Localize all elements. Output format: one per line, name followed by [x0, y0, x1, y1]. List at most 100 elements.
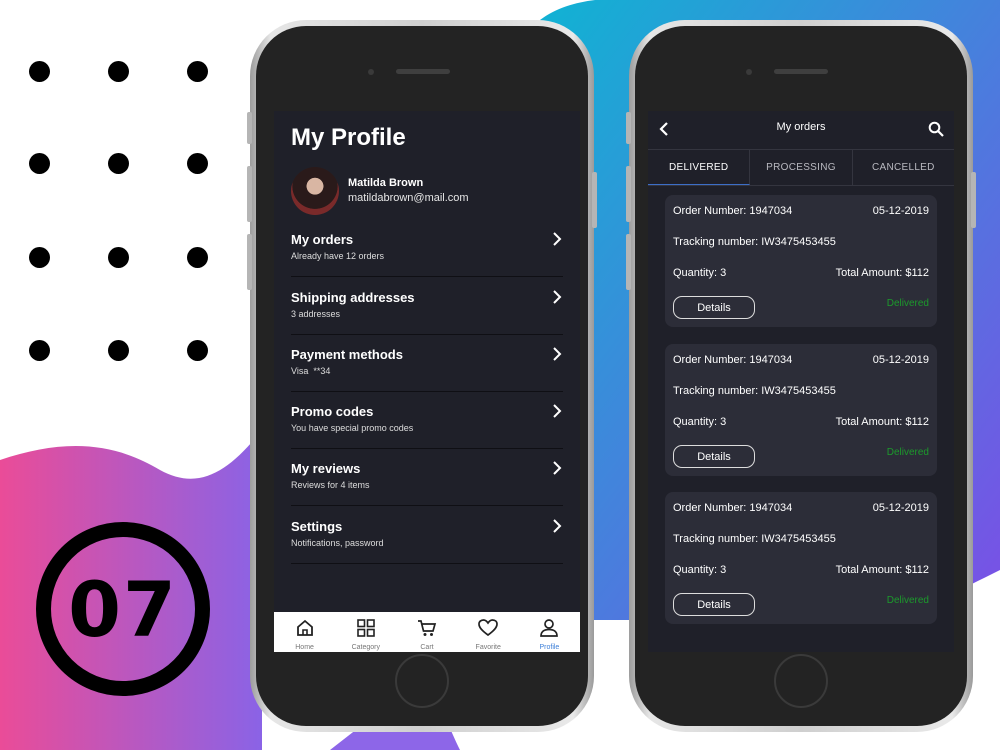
menu-item-shipping-addresses[interactable]: Shipping addresses 3 addresses	[291, 278, 563, 335]
front-camera	[368, 69, 374, 75]
menu-item-settings[interactable]: Settings Notifications, password	[291, 507, 563, 564]
menu-item-title: My reviews	[291, 461, 361, 476]
grid-icon	[356, 619, 375, 637]
user-email: matildabrown@mail.com	[348, 192, 469, 204]
avatar[interactable]	[291, 167, 339, 215]
tab-processing[interactable]: PROCESSING	[750, 150, 853, 185]
summary-row: Quantity: 3 Total Amount: $112	[673, 416, 929, 428]
order-header-row: Order Number: 1947034 05-12-2019	[673, 354, 929, 366]
header-bar: My orders	[648, 111, 954, 147]
order-date: 05-12-2019	[872, 502, 929, 514]
power-button	[971, 172, 976, 228]
tracking-number: Tracking number: IW3475453455	[673, 236, 836, 248]
front-camera	[746, 69, 752, 75]
menu-item-promo-codes[interactable]: Promo codes You have special promo codes	[291, 392, 563, 449]
phone-body: My Profile Matilda Brown matildabrown@ma…	[256, 26, 588, 726]
menu-item-title: Payment methods	[291, 347, 403, 362]
status-badge: Delivered	[886, 298, 929, 309]
home-button[interactable]	[395, 654, 449, 708]
menu-item-payment-methods[interactable]: Payment methods Visa **34	[291, 335, 563, 392]
chevron-right-icon	[553, 232, 562, 246]
home-button[interactable]	[774, 654, 828, 708]
menu-item-title: Shipping addresses	[291, 290, 415, 305]
menu-item-subtitle: 3 addresses	[291, 309, 341, 319]
order-date: 05-12-2019	[872, 354, 929, 366]
order-quantity: Quantity: 3	[673, 267, 727, 279]
tab-favorite[interactable]: Favorite	[458, 612, 519, 652]
chevron-right-icon	[553, 519, 562, 533]
order-total: Total Amount: $112	[835, 267, 929, 279]
order-quantity: Quantity: 3	[673, 564, 727, 576]
bottom-tab-bar: Home Category Cart Favorite Profile	[274, 612, 580, 652]
details-button[interactable]: Details	[673, 445, 755, 468]
tab-home[interactable]: Home	[274, 612, 335, 652]
dot	[29, 61, 50, 82]
status-badge: Delivered	[886, 595, 929, 606]
earpiece-speaker	[774, 69, 828, 74]
badge-number: 07	[68, 564, 178, 654]
user-name: Matilda Brown	[348, 177, 424, 189]
menu-item-subtitle: You have special promo codes	[291, 423, 414, 433]
step-number-badge: 07	[36, 522, 210, 696]
tracking-row: Tracking number: IW3475453455	[673, 236, 929, 248]
menu-item-subtitle: Notifications, password	[291, 538, 384, 548]
volume-down-button	[247, 234, 252, 290]
order-status-tabs: DELIVERED PROCESSING CANCELLED	[648, 149, 954, 186]
order-number: Order Number: 1947034	[673, 354, 793, 366]
menu-item-my-orders[interactable]: My orders Already have 12 orders	[291, 220, 563, 277]
tab-cart[interactable]: Cart	[396, 612, 457, 652]
tab-label: Profile	[539, 644, 560, 651]
dot	[187, 61, 208, 82]
dot	[187, 340, 208, 361]
tab-delivered[interactable]: DELIVERED	[648, 150, 751, 185]
volume-up-button	[626, 166, 631, 222]
order-number: Order Number: 1947034	[673, 502, 793, 514]
tab-category[interactable]: Category	[335, 612, 396, 652]
order-header-row: Order Number: 1947034 05-12-2019	[673, 502, 929, 514]
chevron-right-icon	[553, 461, 562, 475]
order-header-row: Order Number: 1947034 05-12-2019	[673, 205, 929, 217]
menu-item-title: Settings	[291, 519, 343, 534]
tab-label: Category	[351, 644, 380, 651]
orders-screen: My orders DELIVERED PROCESSING CANCELLED…	[648, 111, 954, 652]
page-title: My Profile	[291, 124, 406, 151]
order-card: Order Number: 1947034 05-12-2019 Trackin…	[665, 344, 937, 476]
profile-screen: My Profile Matilda Brown matildabrown@ma…	[274, 111, 580, 652]
volume-up-button	[247, 166, 252, 222]
dot	[29, 340, 50, 361]
phone-frame-profile: My Profile Matilda Brown matildabrown@ma…	[247, 20, 597, 732]
order-date: 05-12-2019	[872, 205, 929, 217]
menu-item-title: Promo codes	[291, 404, 374, 419]
dot	[108, 340, 129, 361]
tab-label: Favorite	[475, 644, 501, 651]
tab-profile[interactable]: Profile	[519, 612, 580, 652]
menu-item-my-reviews[interactable]: My reviews Reviews for 4 items	[291, 449, 563, 506]
order-card: Order Number: 1947034 05-12-2019 Trackin…	[665, 195, 937, 327]
order-quantity: Quantity: 3	[673, 416, 727, 428]
earpiece-speaker	[396, 69, 450, 74]
chevron-right-icon	[553, 347, 562, 361]
dot	[108, 153, 129, 174]
summary-row: Quantity: 3 Total Amount: $112	[673, 564, 929, 576]
phone-body: My orders DELIVERED PROCESSING CANCELLED…	[635, 26, 967, 726]
phone-frame-orders: My orders DELIVERED PROCESSING CANCELLED…	[626, 20, 976, 732]
menu-item-subtitle: Visa **34	[291, 366, 331, 376]
tab-label: Home	[295, 644, 314, 651]
cart-icon	[418, 620, 437, 636]
home-icon	[296, 619, 313, 636]
page-title: My orders	[776, 121, 826, 133]
tracking-row: Tracking number: IW3475453455	[673, 533, 929, 545]
volume-down-button	[626, 234, 631, 290]
power-button	[592, 172, 597, 228]
status-badge: Delivered	[886, 447, 929, 458]
summary-row: Quantity: 3 Total Amount: $112	[673, 267, 929, 279]
menu-item-title: My orders	[291, 232, 354, 247]
menu-item-subtitle: Already have 12 orders	[291, 251, 385, 261]
dot	[187, 247, 208, 268]
dot	[108, 247, 129, 268]
details-button[interactable]: Details	[673, 593, 755, 616]
details-button[interactable]: Details	[673, 296, 755, 319]
mute-switch	[247, 112, 252, 144]
tab-cancelled[interactable]: CANCELLED	[853, 150, 954, 185]
search-icon[interactable]	[928, 121, 944, 137]
